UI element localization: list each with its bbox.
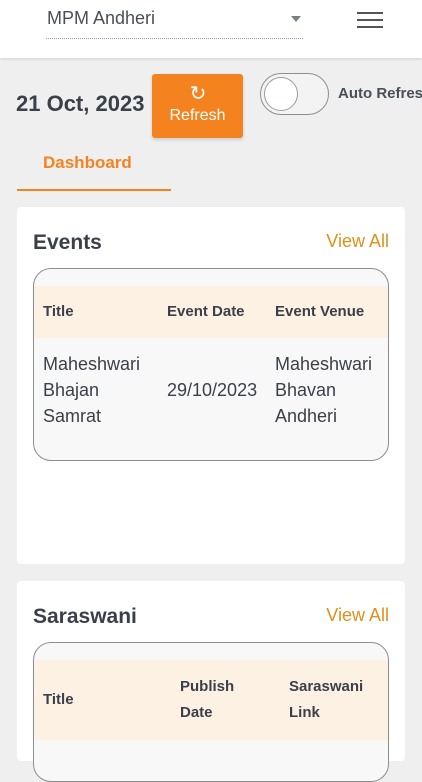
column-header: Title (43, 303, 74, 320)
events-card: Events View All Title Event Date Event V… (17, 207, 405, 564)
event-venue-cell: Maheshwari Bhavan Andheri (275, 351, 372, 429)
saraswani-table-header: Title Publish Date Saraswani Link (34, 660, 388, 740)
cell-line: Bhajan (43, 380, 100, 400)
saraswani-card: Saraswani View All Title Publish Date Sa… (17, 581, 405, 782)
header-line: Saraswani (289, 678, 364, 695)
column-header: Saraswani Link (289, 674, 363, 726)
menu-icon-line (357, 26, 383, 28)
column-header: Title (43, 691, 74, 708)
events-table-header: Title Event Date Event Venue (34, 286, 388, 338)
header-line: Date (180, 704, 213, 721)
auto-refresh-label: Auto Refresh (338, 85, 422, 102)
column-header: Publish Date (180, 674, 234, 726)
menu-icon-line (357, 12, 383, 14)
header-line: Publish (180, 678, 235, 695)
cell-line: Maheshwari (43, 354, 141, 374)
toggle-knob (264, 77, 298, 111)
saraswani-table: Title Publish Date Saraswani Link (33, 642, 389, 782)
cell-line: Maheshwari (275, 354, 373, 374)
cell-line: Samrat (43, 406, 102, 426)
menu-icon[interactable] (357, 11, 383, 31)
tab-dashboard-label: Dashboard (43, 153, 132, 172)
cell-line: Andheri (275, 406, 338, 426)
saraswani-title: Saraswani (33, 605, 137, 628)
events-table: Title Event Date Event Venue Maheshwari … (33, 268, 389, 461)
top-bar: MPM Andheri (0, 0, 422, 58)
saraswani-view-all-link[interactable]: View All (326, 605, 389, 626)
menu-icon-line (357, 19, 383, 21)
branch-select-value: MPM Andheri (47, 8, 156, 28)
auto-refresh-toggle[interactable] (260, 73, 329, 115)
cell-line: Bhavan (275, 380, 337, 400)
event-date-cell: 29/10/2023 (167, 380, 258, 400)
current-date: 21 Oct, 2023 (16, 91, 145, 116)
events-view-all-link[interactable]: View All (326, 231, 389, 252)
column-header: Event Venue (275, 303, 365, 320)
tab-dashboard[interactable]: Dashboard (17, 145, 171, 191)
header-line: Link (289, 704, 320, 721)
refresh-button-label: Refresh (169, 107, 226, 124)
events-title: Events (33, 231, 102, 254)
chevron-down-icon (291, 16, 301, 22)
event-title-cell: Maheshwari Bhajan Samrat (43, 351, 140, 429)
column-header: Event Date (167, 303, 245, 320)
branch-select[interactable]: MPM Andheri (46, 4, 303, 39)
refresh-button[interactable]: ↻ Refresh (152, 74, 243, 138)
refresh-icon: ↻ (189, 83, 207, 105)
